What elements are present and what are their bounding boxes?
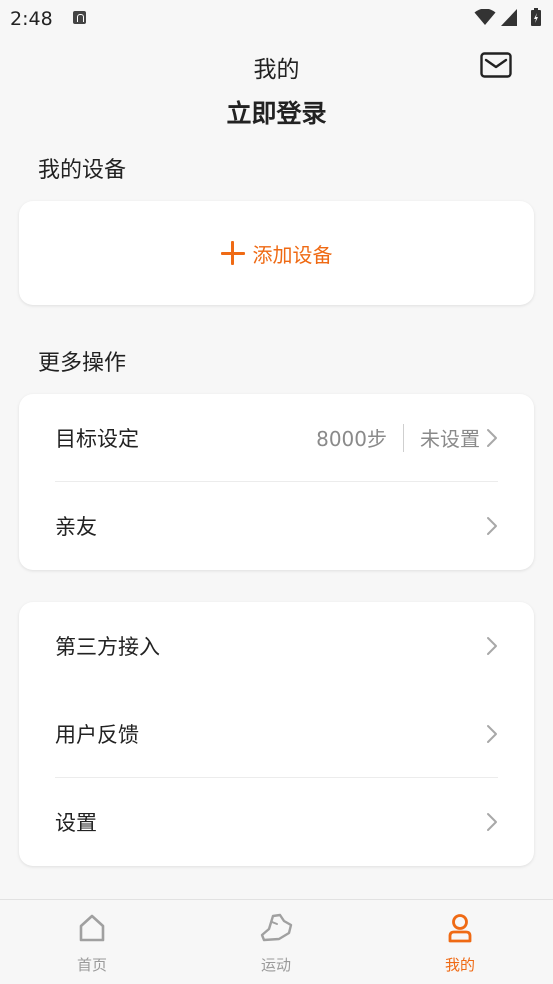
chevron-right-icon [487,724,497,743]
goal-setting-label: 目标设定 [55,426,139,451]
goal-status: 未设置 [420,427,480,451]
mail-icon [480,52,512,78]
feedback-row[interactable]: 用户反馈 [55,690,498,778]
chevron-right-icon [487,517,497,535]
person-icon [448,914,472,943]
tab-sport[interactable]: 运动 [184,900,368,984]
add-device-label: 添加设备 [252,242,333,267]
profile-screen: 2:48 我的 立即登录 我的设备 添加设备 更多操作 目标设定 8000步 未… [0,0,553,984]
status-time: 2:48 [10,8,53,30]
tab-home[interactable]: 首页 [0,900,184,984]
add-device-button[interactable]: 添加设备 [19,201,534,305]
device-card: 添加设备 [19,201,534,305]
third-party-row[interactable]: 第三方接入 [55,602,498,690]
tab-mine-label: 我的 [444,956,475,974]
more-ops-card: 目标设定 8000步 未设置 亲友 [19,394,534,570]
divider [403,423,404,452]
login-link[interactable]: 立即登录 [0,94,553,130]
friends-label: 亲友 [55,515,97,539]
shoe-icon [260,913,293,942]
status-bar: 2:48 [0,0,553,38]
goal-setting-row[interactable]: 目标设定 8000步 未设置 [55,394,498,482]
chevron-right-icon [487,428,497,447]
notification-a-icon [73,11,86,24]
tab-home-label: 首页 [76,956,107,974]
signal-icon [501,9,517,26]
home-icon [79,914,105,942]
misc-menu-card: 第三方接入 用户反馈 设置 [19,602,534,866]
settings-row[interactable]: 设置 [55,778,498,866]
plus-icon [220,241,245,265]
section-title-my-devices: 我的设备 [38,158,127,183]
message-button[interactable] [480,52,512,78]
goal-steps-value: 8000步 [316,427,387,451]
battery-icon [531,8,541,26]
chevron-right-icon [487,813,497,831]
chevron-right-icon [487,637,497,655]
wifi-icon [474,9,496,25]
third-party-label: 第三方接入 [55,635,160,659]
section-title-more-ops: 更多操作 [38,351,127,376]
tab-mine[interactable]: 我的 [368,900,552,984]
friends-row[interactable]: 亲友 [55,482,498,570]
settings-label: 设置 [55,811,97,835]
page-title: 我的 [253,57,300,83]
feedback-label: 用户反馈 [55,722,139,747]
bottom-tab-bar: 首页 运动 我的 [0,899,553,984]
tab-sport-label: 运动 [260,956,291,974]
